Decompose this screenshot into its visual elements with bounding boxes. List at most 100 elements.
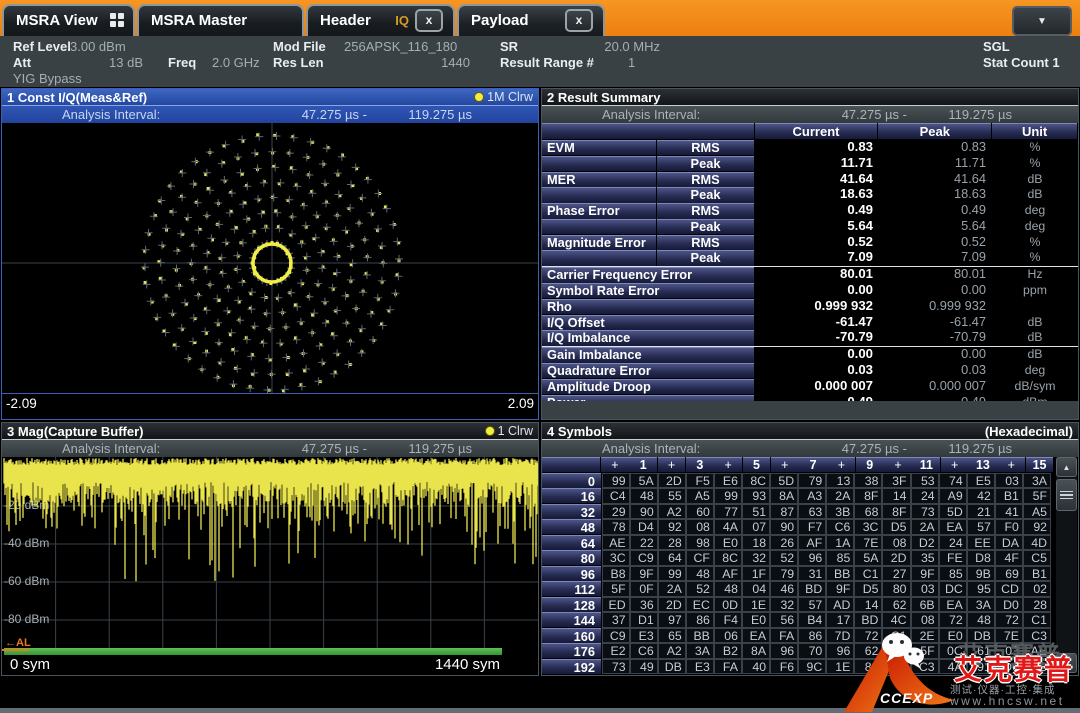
window-result-summary: 2 Result Summary Analysis Interval: 47.2…: [541, 88, 1079, 420]
tab-msra-view[interactable]: MSRA View: [2, 4, 135, 36]
symbol-hex-cell: 36: [630, 597, 658, 613]
symbol-hex-cell: 8F: [854, 488, 882, 504]
symbol-hex-cell: 65: [658, 628, 686, 644]
header-peak: Peak: [878, 123, 991, 139]
result-unit: Hz: [992, 267, 1078, 282]
constellation-svg: [2, 123, 538, 393]
analysis-line-tag[interactable]: ←AL: [5, 637, 31, 649]
tab-payload[interactable]: Payload x: [457, 4, 605, 36]
result-current-value: 7.09: [755, 250, 878, 265]
symbol-hex-cell: E0: [742, 612, 770, 628]
symbol-hex-cell: 72: [939, 612, 967, 628]
symbols-col-header: 1: [629, 457, 657, 472]
symbol-hex-cell: 29: [602, 504, 630, 520]
scroll-handle[interactable]: [1056, 479, 1077, 511]
result-peak-value: 0.00: [878, 347, 992, 362]
symbol-hex-cell: 4F: [995, 550, 1023, 566]
symbol-hex-cell: 63: [798, 504, 826, 520]
window-mag-capture: 3 Mag(Capture Buffer) 1 Clrw Analysis In…: [1, 422, 539, 676]
tab-header[interactable]: Header IQ x: [306, 4, 455, 36]
result-summary-table: Current Peak Unit EVMRMS0.830.83%Peak11.…: [542, 123, 1078, 410]
result-sub-cell: RMS: [657, 140, 754, 155]
result-unit: %: [992, 140, 1078, 155]
watermark: CCEXP 艾克赛普 艾克赛普 测试·仪器·工控·集成 www.hncsw.ne…: [838, 630, 1080, 708]
result-row: MERRMS41.6441.64dB: [542, 172, 1078, 187]
symbol-hex-cell: 35: [911, 550, 939, 566]
result-name-cell: Quadrature Error: [542, 363, 754, 378]
constellation-plot[interactable]: [2, 123, 538, 393]
symbols-col-header: +: [658, 457, 686, 472]
result-current-value: 41.64: [755, 172, 878, 187]
symbols-col-header: 15: [1026, 457, 1054, 472]
window-symbols-title[interactable]: 4 Symbols (Hexadecimal): [542, 423, 1078, 440]
symbol-hex-cell: 3A: [686, 643, 714, 659]
res-len-value: 1440: [380, 55, 470, 70]
symbol-hex-cell: 40: [742, 659, 770, 675]
symbol-hex-cell: B4: [798, 612, 826, 628]
sgl-label: SGL: [983, 39, 1010, 54]
freq-label: Freq: [168, 55, 196, 70]
x-end-label: 1440 sym: [435, 656, 500, 673]
tab-msra-master[interactable]: MSRA Master: [137, 4, 304, 36]
symbol-hex-cell: 08: [911, 612, 939, 628]
result-peak-value: 0.52: [878, 235, 992, 250]
symbols-header-blank: [542, 457, 600, 472]
grid-icon: [110, 13, 124, 27]
analysis-interval-bar: Analysis Interval: 47.275 µs - 119.275 µ…: [2, 440, 538, 457]
symbol-hex-cell: E6: [714, 473, 742, 489]
result-table-header: Current Peak Unit: [542, 123, 1078, 139]
window-menu-button[interactable]: ▼: [1012, 6, 1072, 36]
result-row: Peak7.097.09%: [542, 250, 1078, 266]
symbol-hex-cell: 79: [798, 473, 826, 489]
symbol-hex-cell: 3A: [1023, 473, 1051, 489]
symbol-hex-cell: 90: [770, 519, 798, 535]
result-current-value: 0.49: [755, 203, 878, 218]
window-mag-title[interactable]: 3 Mag(Capture Buffer) 1 Clrw: [2, 423, 538, 440]
symbols-col-header: +: [771, 457, 799, 472]
result-peak-value: 0.999 932: [878, 299, 992, 314]
symbols-row: 128ED362DEC0D1E3257AD14626BEA3AD028: [542, 597, 1054, 613]
tab-label: MSRA View: [16, 12, 98, 29]
symbol-hex-cell: FA: [770, 628, 798, 644]
symbol-hex-cell: 9F: [911, 566, 939, 582]
result-row: Amplitude Droop0.000 0070.000 007dB/sym: [542, 379, 1078, 394]
symbol-hex-cell: 14: [882, 488, 910, 504]
mag-plot[interactable]: -20 dBm -40 dBm -60 dBm -80 dBm: [2, 457, 538, 648]
result-peak-value: 5.64: [878, 219, 992, 234]
symbol-hex-cell: 72: [995, 612, 1023, 628]
symbol-hex-cell: EC: [686, 597, 714, 613]
tab-label: MSRA Master: [151, 12, 247, 29]
result-current-value: 11.71: [755, 156, 878, 171]
scroll-up-button[interactable]: ▲: [1056, 457, 1077, 477]
symbol-hex-cell: 95: [967, 581, 995, 597]
symbol-hex-cell: 22: [630, 535, 658, 551]
result-peak-value: 0.83: [878, 140, 992, 155]
symbol-hex-cell: 08: [882, 535, 910, 551]
symbol-hex-cell: 55: [658, 488, 686, 504]
symbol-hex-cell: D8: [967, 550, 995, 566]
window-result-title[interactable]: 2 Result Summary: [542, 89, 1078, 106]
window-constellation-title[interactable]: 1 Const I/Q(Meas&Ref) 1M Clrw: [2, 89, 538, 106]
symbol-hex-cell: 13: [826, 473, 854, 489]
symbol-hex-cell: 5A: [854, 550, 882, 566]
symbol-hex-cell: 79: [770, 566, 798, 582]
result-unit: dB: [992, 187, 1078, 202]
symbols-col-header: +: [827, 457, 855, 472]
symbol-hex-cell: 51: [742, 504, 770, 520]
result-unit: %: [992, 156, 1078, 171]
symbol-hex-cell: 68: [854, 504, 882, 520]
close-icon[interactable]: x: [415, 9, 443, 32]
symbols-row-index: 80: [542, 550, 601, 565]
result-unit: deg: [992, 203, 1078, 218]
symbol-hex-cell: 73: [911, 504, 939, 520]
close-icon[interactable]: x: [565, 9, 593, 32]
symbol-hex-cell: BB: [826, 566, 854, 582]
tab-label: Header: [320, 12, 371, 29]
analysis-interval-green-bar: [4, 648, 502, 655]
symbol-hex-cell: 5D: [939, 504, 967, 520]
result-peak-value: 0.000 007: [878, 379, 992, 394]
symbol-hex-cell: EA: [939, 519, 967, 535]
symbol-hex-cell: 28: [1023, 597, 1051, 613]
result-name-cell: Phase Error: [542, 203, 656, 218]
symbols-col-header: +: [601, 457, 629, 472]
